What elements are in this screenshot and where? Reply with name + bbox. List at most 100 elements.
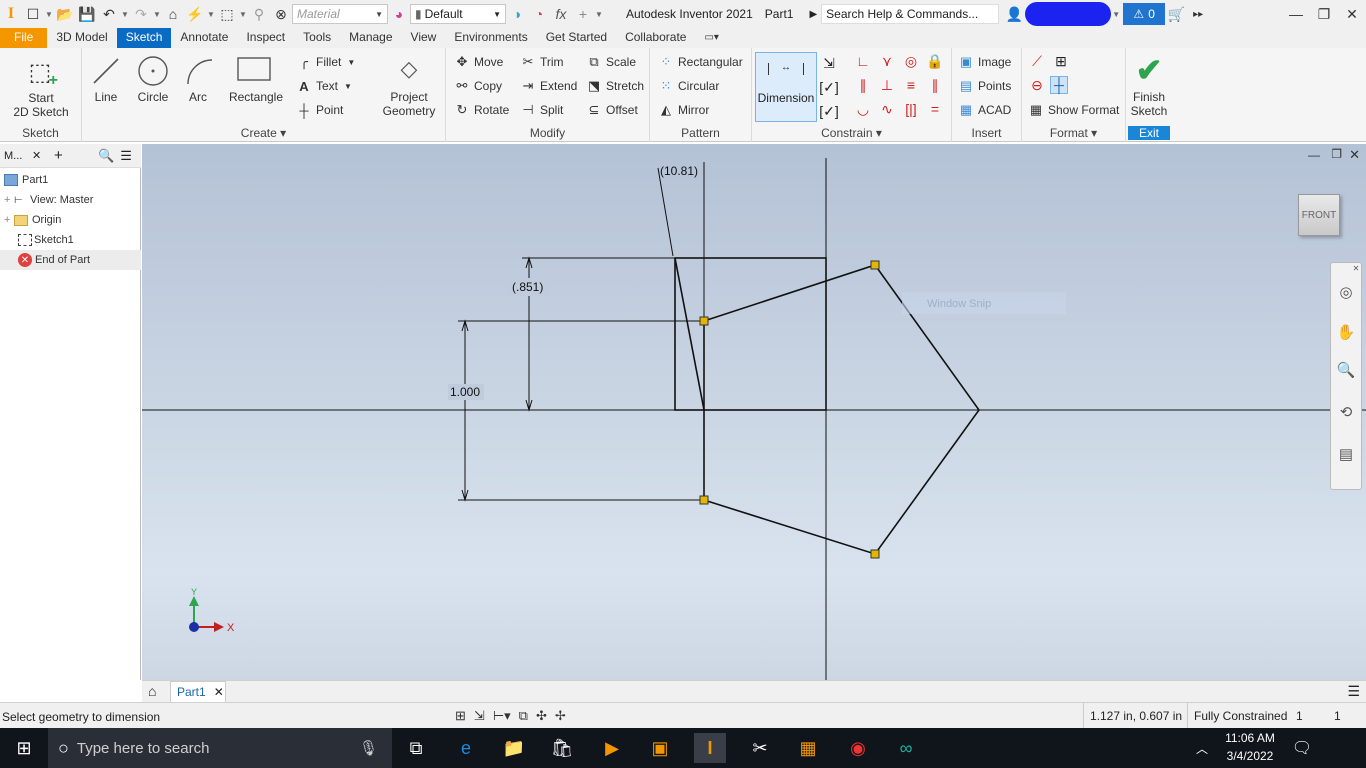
tab-get-started[interactable]: Get Started <box>537 28 616 48</box>
chrome-icon[interactable]: ◉ <box>842 733 874 763</box>
save-icon[interactable]: 💾 <box>76 3 98 25</box>
pan-icon[interactable]: ✋ <box>1335 321 1357 343</box>
equal-icon[interactable]: = <box>926 100 944 118</box>
show-format-button[interactable]: ▦ Show Format <box>1028 100 1120 120</box>
tab-sketch[interactable]: Sketch <box>116 28 172 48</box>
circular-pattern-button[interactable]: ⁙ Circular <box>658 76 720 96</box>
cart-icon[interactable]: 🛒 <box>1165 3 1187 25</box>
graphics-window[interactable]: (10.81) (.851) 1.000 Window Snip Y X — ❐ <box>142 144 1366 680</box>
sketch-point[interactable] <box>870 549 880 559</box>
browser-item-origin[interactable]: + Origin <box>0 210 141 230</box>
menu-icon[interactable]: ☰ <box>1347 683 1360 700</box>
arduino-icon[interactable]: ∞ <box>890 733 922 763</box>
overflow-icon[interactable]: ▸▸ <box>1187 3 1209 25</box>
restore-icon[interactable]: ❐ <box>1331 147 1342 161</box>
tab-view[interactable]: View <box>402 28 446 48</box>
app-icon[interactable]: ▣ <box>644 733 676 763</box>
chevron-down-icon[interactable]: ▼ <box>1111 10 1121 19</box>
panel-title-format[interactable]: Format ▾ <box>1022 126 1125 140</box>
text-button[interactable]: A Text ▼ <box>296 76 352 96</box>
sketch-slanted-line[interactable] <box>674 257 705 411</box>
chevron-down-icon[interactable]: ▼ <box>44 10 54 19</box>
tab-tools[interactable]: Tools <box>294 28 340 48</box>
user-icon[interactable]: 👤 <box>1003 3 1025 25</box>
close-icon[interactable]: ✕ <box>32 149 46 162</box>
driven-dimension-icon[interactable]: ⊞ <box>1052 52 1070 70</box>
sketch-slice-icon[interactable]: ⧉ <box>519 708 528 724</box>
snipping-tool-icon[interactable]: ✂ <box>744 733 776 763</box>
windows-start-icon[interactable]: ⊞ <box>8 733 40 763</box>
show-constraints-icon[interactable]: [✓] <box>819 78 839 96</box>
appearance-icon[interactable]: ◕ <box>388 3 410 25</box>
look-at-icon[interactable]: ▤ <box>1335 443 1357 465</box>
grid-icon[interactable]: ⊞ <box>455 708 466 724</box>
construction-icon[interactable]: ⟋ <box>1028 52 1046 70</box>
dimension-display-icon[interactable]: ⊢▾ <box>493 708 511 724</box>
clear-appearance-icon[interactable]: ◔ <box>528 3 550 25</box>
media-icon[interactable]: ▶ <box>596 733 628 763</box>
zoom-icon[interactable]: 🔍 <box>1335 359 1357 381</box>
dim-851-text[interactable]: (.851) <box>512 280 543 294</box>
circle-button[interactable]: Circle <box>132 90 174 104</box>
alert-badge[interactable]: ⚠ 0 <box>1123 3 1166 25</box>
ribbon-options-icon[interactable]: ▭▾ <box>695 28 727 48</box>
constraint-icon[interactable]: ⚲ <box>248 3 270 25</box>
tangent-icon[interactable]: ◡ <box>854 100 872 118</box>
search-icon[interactable]: 🔍 <box>98 148 114 164</box>
sketch-point[interactable] <box>699 316 709 326</box>
minimize-icon[interactable]: — <box>1308 148 1320 162</box>
orbit-icon[interactable]: ⟲ <box>1335 401 1357 423</box>
restore-icon[interactable]: ❐ <box>1310 3 1338 25</box>
browser-tab-model[interactable]: M... <box>0 150 32 162</box>
start-2d-sketch-button[interactable]: Start 2D Sketch <box>4 91 78 119</box>
dim-1000-text[interactable]: 1.000 <box>450 385 480 399</box>
home-icon[interactable]: ⌂ <box>148 683 156 699</box>
material-select[interactable]: Material ▼ <box>292 4 388 24</box>
browser-item-sketch1[interactable]: Sketch1 <box>0 230 141 250</box>
home-icon[interactable]: ⌂ <box>162 3 184 25</box>
smooth-icon[interactable]: ∿ <box>878 100 896 118</box>
chevron-down-icon[interactable]: ▼ <box>120 10 130 19</box>
parallel-icon[interactable]: ∥ <box>854 76 872 94</box>
file-explorer-icon[interactable]: 📁 <box>498 733 530 763</box>
customize-icon[interactable]: ▼ <box>594 10 604 19</box>
appearance-select[interactable]: ▮ Default ▼ <box>410 4 506 24</box>
tab-manage[interactable]: Manage <box>340 28 401 48</box>
symmetric-icon[interactable]: [|] <box>902 100 920 118</box>
constraint-settings-icon[interactable]: [✓] <box>819 102 839 120</box>
expand-icon[interactable]: + <box>4 214 14 226</box>
stretch-button[interactable]: ⬔ Stretch <box>586 76 644 96</box>
open-folder-icon[interactable]: 📂 <box>54 3 76 25</box>
collinear-icon[interactable]: ⋎ <box>878 52 896 70</box>
minimize-icon[interactable]: — <box>1282 3 1310 25</box>
notification-icon[interactable]: 🗨 <box>1286 733 1318 763</box>
relax-icon[interactable]: ✢ <box>555 708 566 724</box>
close-icon[interactable]: ✕ <box>1349 147 1360 163</box>
material-icon[interactable]: ⊗ <box>270 3 292 25</box>
browser-item-part1[interactable]: Part1 <box>0 170 141 190</box>
trim-button[interactable]: ✂ Trim <box>520 52 564 72</box>
rectangle-button[interactable]: Rectangle <box>224 90 288 104</box>
offset-button[interactable]: ⊆ Offset <box>586 100 638 120</box>
image-button[interactable]: ▣ Image <box>958 52 1012 72</box>
new-file-icon[interactable]: ☐ <box>22 3 44 25</box>
horizontal-icon[interactable]: ≡ <box>902 76 920 94</box>
tab-environments[interactable]: Environments <box>445 28 536 48</box>
scale-button[interactable]: ⧉ Scale <box>586 52 636 72</box>
doc-tab-part1[interactable]: Part1 ✕ <box>170 681 226 702</box>
viewcube[interactable]: FRONT <box>1298 194 1340 236</box>
taskbar-search[interactable]: ○ Type here to search 🎙 <box>48 728 392 768</box>
sketch-rectangle[interactable] <box>674 257 827 411</box>
tab-annotate[interactable]: Annotate <box>171 28 237 48</box>
close-icon[interactable]: ✕ <box>1351 263 1361 273</box>
undo-icon[interactable]: ↶ <box>98 3 120 25</box>
fx-icon[interactable]: fx <box>550 3 572 25</box>
update-icon[interactable]: ⚡ <box>184 3 206 25</box>
extend-button[interactable]: ⇥ Extend <box>520 76 578 96</box>
points-button[interactable]: ▤ Points <box>958 76 1012 96</box>
perpendicular-icon[interactable]: ⊥ <box>878 76 896 94</box>
finish-sketch-button[interactable]: Finish Sketch <box>1126 90 1172 118</box>
arc-button[interactable]: Arc <box>178 90 218 104</box>
rotate-button[interactable]: ↻ Rotate <box>454 100 510 120</box>
copy-button[interactable]: ⚯ Copy <box>454 76 502 96</box>
